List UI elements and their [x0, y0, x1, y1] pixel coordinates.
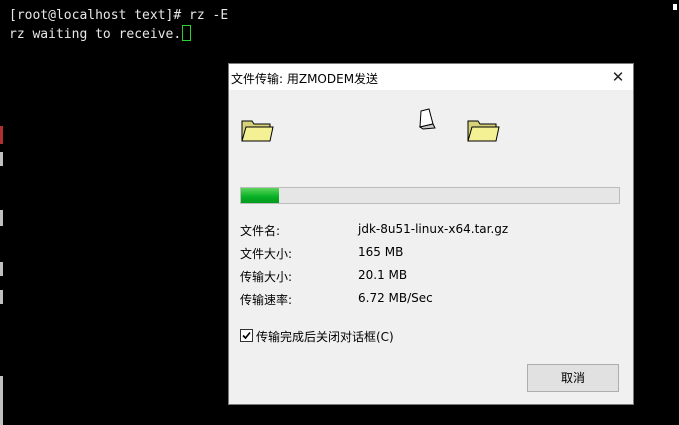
transferred-label: 传输大小: [240, 270, 293, 284]
filename-value: jdk-8u51-linux-x64.tar.gz [358, 222, 509, 236]
transferred-value: 20.1 MB [358, 268, 408, 282]
file-transfer-dialog: 文件传输: 用ZMODEM发送 ✕ 文件名: jdk-8u51-linux-x6… [228, 63, 634, 405]
filesize-label: 文件大小: [240, 247, 293, 261]
terminal-output-text: rz waiting to receive. [9, 27, 182, 42]
cancel-button[interactable]: 取消 [527, 364, 619, 392]
auto-close-checkbox[interactable] [240, 329, 253, 342]
speed-label: 传输速率: [240, 293, 293, 307]
edge-strip [0, 290, 3, 304]
terminal-prompt-line: [root@localhost text]# rz -E [9, 8, 229, 23]
dialog-titlebar[interactable]: 文件传输: 用ZMODEM发送 ✕ [229, 64, 633, 90]
filesize-value: 165 MB [358, 245, 404, 259]
edge-strip [0, 262, 3, 276]
close-button[interactable]: ✕ [603, 64, 633, 90]
folder-icon [241, 120, 274, 142]
edge-strip [0, 152, 3, 166]
auto-close-label: 传输完成后关闭对话框(C) [256, 330, 394, 344]
dialog-body: 文件名: jdk-8u51-linux-x64.tar.gz 文件大小: 165… [229, 90, 633, 404]
dialog-title: 文件传输: 用ZMODEM发送 [231, 72, 379, 86]
transfer-progress-bar [240, 187, 620, 204]
folder-icon [467, 120, 500, 142]
edge-strip [0, 210, 3, 226]
edge-strip [0, 376, 3, 425]
speed-value: 6.72 MB/Sec [358, 291, 433, 305]
terminal-cursor [182, 25, 192, 41]
terminal-scrollbar[interactable] [669, 0, 679, 425]
close-icon: ✕ [611, 68, 625, 86]
scrollbar-thumb[interactable] [673, 4, 677, 10]
progress-fill [241, 188, 279, 203]
terminal-output-line: rz waiting to receive. [9, 25, 192, 44]
filename-label: 文件名: [240, 224, 281, 238]
edge-strip [0, 126, 3, 144]
checkmark-icon [242, 331, 251, 340]
paper-icon [418, 108, 436, 130]
